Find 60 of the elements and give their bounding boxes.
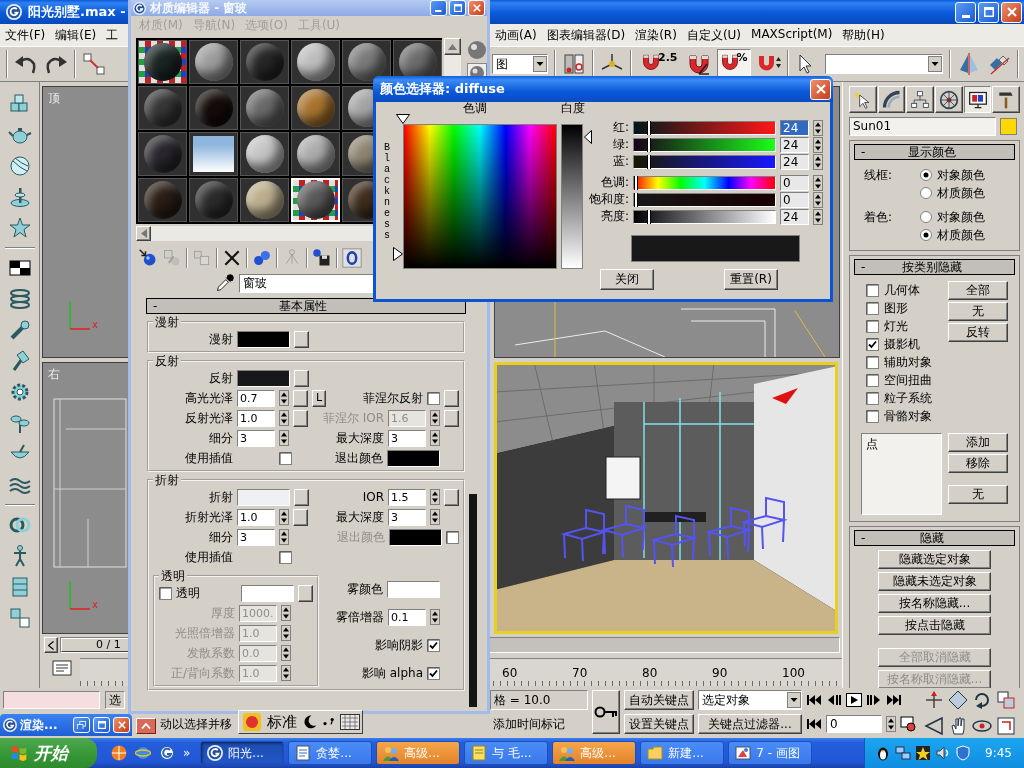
field-label: 退出颜色 (337, 528, 385, 546)
channel-label: 饱和度: (589, 191, 629, 208)
field-label: 反射 (208, 369, 233, 387)
channel-label: 绿: (611, 136, 629, 153)
blackness-label: Blackness (384, 142, 390, 241)
field-label: 影响阴影 (375, 636, 423, 654)
field-label: 使用插值 (184, 449, 233, 467)
option-label: 着色: (864, 209, 894, 226)
window-title: 渲染... (20, 716, 58, 734)
channel-label: 色调: (599, 174, 629, 191)
hue-label: 色调 (463, 102, 487, 114)
field-label: 雾颜色 (347, 580, 383, 598)
field-label: 菲涅尔反射 (363, 389, 423, 407)
channel-label: 红: (611, 119, 629, 136)
channel-label: 蓝: (611, 153, 629, 170)
field-label: 影响 alpha (361, 664, 423, 682)
grid-spacing-readout: 格 = 10.0 (490, 690, 588, 710)
axis-label: x (92, 320, 98, 330)
field-label: 最大深度 (336, 508, 384, 526)
dialog-title: 颜色选择器: diffuse (380, 80, 505, 98)
tick-label: 100 (782, 667, 806, 680)
whiteness-label: 白度 (561, 102, 585, 114)
field-label: 最大深度 (336, 429, 384, 447)
field-label: 细分 (208, 429, 233, 447)
tick-label: 60 (502, 667, 519, 680)
field-label: 细分 (208, 528, 233, 546)
field-label: 发散系数 (186, 644, 235, 662)
field-label: 透明 (176, 584, 200, 602)
group-title: 漫射 (154, 315, 180, 329)
tick-label: 80 (642, 667, 659, 680)
selection-label: 选 (105, 691, 125, 709)
field-label: 漫射 (208, 330, 233, 348)
group-title: 透明 (160, 569, 186, 583)
axis-label: x (92, 600, 98, 610)
window-title: 阳光别墅.max - (28, 3, 126, 21)
rollout-title: 基本属性 (279, 298, 328, 315)
field-label: IOR (362, 490, 384, 504)
tick-label: 70 (572, 667, 589, 680)
tick-label: 90 (712, 667, 729, 680)
group-title: 折射 (154, 473, 180, 487)
rollout-title: 显示颜色 (907, 143, 956, 161)
field-label: 使用插值 (184, 548, 233, 566)
option-label: 线框: (864, 167, 894, 184)
field-label: 厚度 (210, 604, 235, 622)
field-label: 高光光泽 (184, 389, 233, 407)
group-title: 反射 (154, 354, 180, 368)
rollout-title: 隐藏 (919, 529, 944, 547)
channel-label: 亮度: (599, 208, 629, 225)
field-label: 折射 (208, 488, 233, 506)
field-label: 雾倍增器 (336, 608, 384, 626)
clock: 9:45 (985, 746, 1012, 760)
field-label: 折射光泽 (184, 508, 233, 526)
field-label: 退出颜色 (335, 449, 383, 467)
field-label: 正/背向系数 (169, 664, 235, 682)
field-label: 菲涅尔 IOR (322, 409, 384, 427)
rollout-title: 按类别隐藏 (901, 258, 962, 276)
prompt-text: 动以选择并移 (160, 716, 232, 733)
field-label: 光照倍增器 (174, 624, 235, 642)
window-title: 材质编辑器 - 窗玻 (150, 0, 248, 17)
field-label: 反射光泽 (184, 409, 233, 427)
